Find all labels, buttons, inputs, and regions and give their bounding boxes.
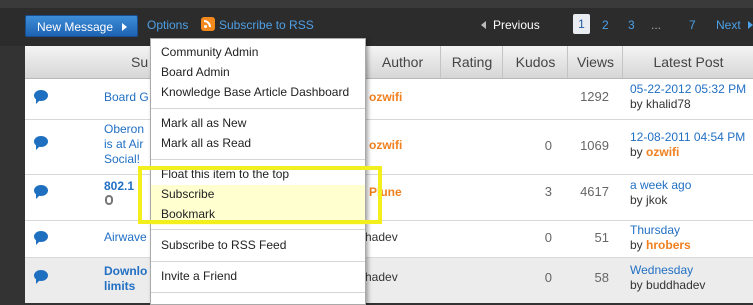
message-bubble-icon xyxy=(34,270,48,284)
message-bubble-icon xyxy=(34,231,48,245)
latest-post-date[interactable]: Thursday xyxy=(630,223,691,238)
latest-post-author[interactable]: khalid78 xyxy=(646,97,691,111)
author-link[interactable]: ozwifi xyxy=(369,90,402,104)
latest-post: 05-22-2012 05:32 PM by khalid78 xyxy=(630,82,747,111)
views-count: 4617 xyxy=(580,184,609,199)
top-strip xyxy=(0,0,753,8)
table-row: 802.1 Plune 3 4617 a week ago by jkok xyxy=(25,175,753,221)
kudos-count: 0 xyxy=(544,230,552,245)
table-row: Board G ozwifi 1292 05-22-2012 05:32 PM … xyxy=(25,79,753,120)
menu-item-mark-all-read[interactable]: Mark all as Read xyxy=(161,135,251,152)
latest-post-author[interactable]: buddhadev xyxy=(646,278,705,292)
attachment-icon xyxy=(105,195,113,205)
header-latest-post[interactable]: Latest Post xyxy=(622,46,753,78)
highlight-callout-box xyxy=(138,166,382,224)
table-row: Downlo limits hadev 0 58 Wednesday by bu… xyxy=(25,258,753,303)
pagination-page-3[interactable]: 3 xyxy=(628,18,635,32)
latest-post-author[interactable]: jkok xyxy=(646,193,667,207)
header-rating[interactable]: Rating xyxy=(440,46,503,78)
menu-divider xyxy=(151,292,365,293)
menu-item-community-admin[interactable]: Community Admin xyxy=(161,44,258,61)
views-count: 51 xyxy=(594,230,609,245)
new-message-button[interactable]: New Message xyxy=(25,15,138,37)
kudos-count: 0 xyxy=(544,270,552,285)
kudos-count: 3 xyxy=(544,184,552,199)
latest-post: Wednesday by buddhadev xyxy=(630,263,706,292)
message-table: Su Author Rating Kudos Views Latest Post… xyxy=(25,46,753,303)
author-link[interactable]: hadev xyxy=(365,230,398,244)
latest-post-author[interactable]: hrobers xyxy=(646,238,691,252)
menu-divider xyxy=(151,261,365,262)
menu-item-board-admin[interactable]: Board Admin xyxy=(161,64,230,81)
subject-link[interactable]: Downlo limits xyxy=(104,264,147,294)
table-row: Oberon is at Air Social! ozwifi 0 1069 1… xyxy=(25,120,753,175)
message-bubble-icon xyxy=(34,90,48,104)
arrow-right-icon xyxy=(122,23,127,31)
kudos-count: 0 xyxy=(544,138,552,153)
subject-link[interactable]: Board G xyxy=(104,90,149,105)
pagination-page-2[interactable]: 2 xyxy=(602,18,609,32)
menu-item-invite-friend[interactable]: Invite a Friend xyxy=(161,268,237,285)
pagination-next[interactable]: Next xyxy=(716,18,753,32)
new-message-label: New Message xyxy=(37,20,114,34)
subject-link[interactable]: Oberon is at Air Social! xyxy=(104,122,144,167)
header-kudos[interactable]: Kudos xyxy=(502,46,568,78)
header-author[interactable]: Author xyxy=(365,46,440,78)
message-bubble-icon xyxy=(34,136,48,150)
views-count: 1292 xyxy=(580,89,609,104)
rss-icon[interactable] xyxy=(201,17,215,31)
subject-link[interactable]: 802.1 xyxy=(104,179,134,194)
latest-post-date[interactable]: Wednesday xyxy=(630,263,705,278)
pagination-current-page[interactable]: 1 xyxy=(573,14,590,34)
menu-divider xyxy=(151,159,365,160)
menu-divider xyxy=(151,229,365,230)
menu-divider xyxy=(151,108,365,109)
author-link[interactable]: hadev xyxy=(365,270,398,284)
subscribe-rss-link[interactable]: Subscribe to RSS xyxy=(219,18,314,32)
latest-post-date[interactable]: a week ago xyxy=(630,178,691,193)
views-count: 1069 xyxy=(580,138,609,153)
menu-item-subscribe-rss-feed[interactable]: Subscribe to RSS Feed xyxy=(161,237,286,254)
options-menu-button[interactable]: Options xyxy=(147,18,188,32)
latest-post: 12-08-2011 04:54 PM by ozwifi xyxy=(630,130,746,159)
latest-post: a week ago by jkok xyxy=(630,178,692,207)
message-bubble-icon xyxy=(34,185,48,199)
menu-item-kb-dashboard[interactable]: Knowledge Base Article Dashboard xyxy=(161,84,349,101)
table-row: Airwave hadev 0 51 Thursday by hrobers xyxy=(25,221,753,258)
pagination-ellipsis: ... xyxy=(651,18,662,32)
views-count: 58 xyxy=(594,270,609,285)
toolbar: New Message Options Subscribe to RSS Pre… xyxy=(0,8,753,46)
pagination-previous[interactable]: Previous xyxy=(481,18,540,32)
pagination-page-7[interactable]: 7 xyxy=(689,18,696,32)
latest-post-author[interactable]: ozwifi xyxy=(646,145,679,159)
subject-link[interactable]: Airwave xyxy=(104,230,147,245)
latest-post-date[interactable]: 05-22-2012 05:32 PM xyxy=(630,82,746,97)
table-header: Su Author Rating Kudos Views Latest Post xyxy=(25,46,753,79)
header-views[interactable]: Views xyxy=(567,46,623,78)
latest-post: Thursday by hrobers xyxy=(630,223,691,252)
author-link[interactable]: ozwifi xyxy=(369,138,402,152)
latest-post-date[interactable]: 12-08-2011 04:54 PM xyxy=(630,130,745,145)
menu-item-mark-all-new[interactable]: Mark all as New xyxy=(161,115,246,132)
